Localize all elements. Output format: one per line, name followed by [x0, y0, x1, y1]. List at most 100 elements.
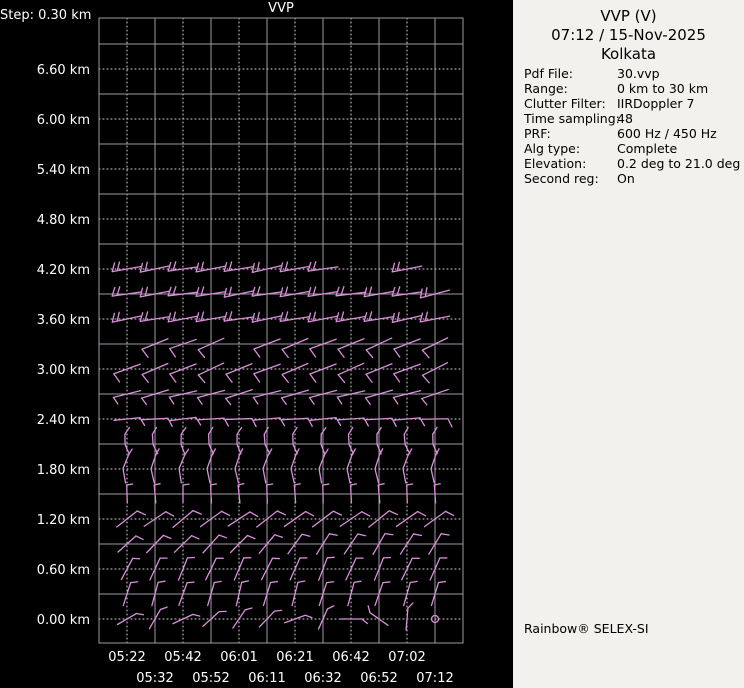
wind-barb-feather — [218, 534, 228, 539]
wind-barb-feather — [440, 533, 450, 536]
wind-barb-feather — [297, 580, 306, 584]
info-panel: VVP (V) 07:12 / 15-Nov-2025 Kolkata Pdf … — [513, 0, 744, 688]
y-tick-label: 1.20 km — [36, 513, 90, 528]
x-tick-label: 06:42 — [332, 650, 370, 665]
wind-barb-feather — [349, 483, 358, 486]
wind-barb-feather — [279, 262, 284, 273]
wind-barb-feather — [353, 580, 362, 584]
wind-barb-feather — [326, 605, 335, 610]
wind-barb-feather — [347, 426, 354, 435]
wind-barb-staff — [349, 484, 353, 504]
wind-barb-feather — [225, 397, 232, 406]
wind-barb-feather — [113, 373, 121, 383]
wind-barb-feather — [357, 533, 367, 537]
wind-barb-feather — [252, 396, 259, 405]
wind-barb-feather — [281, 373, 289, 384]
info-field-row: Elevation: 0.2 deg to 21.0 deg — [524, 156, 740, 171]
wind-barb-feather — [139, 262, 144, 273]
wind-barb-feather — [196, 396, 203, 405]
wind-barb-feather — [332, 510, 343, 516]
wind-barb-feather — [197, 349, 206, 359]
info-field-value: On — [617, 171, 635, 186]
y-tick-label: 4.80 km — [36, 213, 90, 228]
info-fields: Pdf File: 30.vvp Range: 0 km to 30 km Clutte… — [524, 66, 740, 186]
wind-barb-feather — [424, 311, 429, 322]
wind-barb-feather — [180, 426, 187, 435]
wind-barb-feather — [130, 581, 139, 584]
vvp-product-window: VVP Step: 0.30 km 6.60 km 6.00 km 5.40 km 4… — [0, 0, 744, 688]
wind-barb-feather — [144, 286, 149, 297]
wind-barb-feather — [273, 609, 283, 612]
wind-barb-feather — [337, 374, 346, 384]
info-panel-header: VVP (V) 07:12 / 15-Nov-2025 Kolkata — [513, 0, 744, 64]
wind-barb-feather — [388, 510, 398, 516]
info-field-label: Time sampling: — [524, 111, 620, 126]
wind-barb-staff — [337, 417, 365, 421]
wind-barb-feather — [407, 602, 414, 609]
x-tick-label: 05:32 — [136, 671, 174, 686]
wind-barb-feather — [320, 426, 327, 435]
wind-barb-feather — [419, 288, 423, 299]
wind-barb-feather — [326, 581, 335, 584]
wind-barb-feather — [116, 311, 120, 322]
brand-label: Rainbow® SELEX-SI — [524, 621, 649, 636]
wind-barb-feather — [309, 373, 317, 383]
wind-barb-feather — [304, 614, 313, 619]
y-tick-label: 0.00 km — [36, 613, 90, 628]
wind-barb-feather — [406, 483, 414, 486]
product-title: VVP (V) — [600, 7, 657, 25]
wind-barb-feather — [228, 286, 232, 297]
info-field-row: Alg type: Complete — [524, 141, 740, 156]
info-field-row: Range: 0 km to 30 km — [524, 81, 740, 96]
wind-barb-feather — [409, 580, 418, 584]
wind-barb-feather — [391, 262, 396, 273]
y-tick-label: 0.60 km — [36, 563, 90, 578]
info-field-label: Second reg: — [524, 171, 599, 186]
wind-barb-feather — [328, 533, 338, 536]
wind-barb-feather — [172, 311, 177, 322]
x-tick-label: 06:01 — [220, 650, 258, 665]
wind-barb-feather — [136, 510, 147, 516]
info-field-label: Clutter Filter: — [524, 96, 606, 111]
wind-barb-feather — [139, 312, 144, 322]
wind-barb-feather — [266, 483, 274, 486]
wind-barb-feather — [184, 448, 190, 456]
info-field-label: Elevation: — [524, 156, 587, 171]
wind-barb-feather — [135, 612, 145, 616]
wind-barb-feather — [412, 533, 423, 537]
wind-barb-feather — [186, 581, 195, 584]
wind-barb-feather — [151, 426, 158, 435]
wind-barb-feather — [292, 426, 298, 435]
wind-barb-feather — [365, 373, 373, 383]
wind-barb-feather — [403, 426, 409, 436]
wind-barb-feather — [382, 581, 391, 584]
info-field-value: 48 — [617, 111, 633, 126]
info-field-value: 0.2 deg to 21.0 deg — [617, 156, 741, 171]
wind-barb-feather — [236, 426, 243, 435]
wind-barb-staff — [126, 484, 128, 504]
info-field-value: 30.vvp — [617, 66, 660, 81]
wind-barb-feather — [251, 262, 255, 274]
wind-barb-feather — [280, 397, 287, 405]
info-field-label: PRF: — [524, 126, 551, 141]
wind-barb-feather — [279, 312, 284, 322]
wind-barb-feather — [367, 605, 371, 614]
wind-barb-feather — [200, 261, 205, 272]
wind-barb-feather — [141, 348, 149, 358]
wind-barb-feather — [274, 534, 283, 538]
wind-barb-feather — [421, 374, 430, 384]
wind-barb-feather — [135, 535, 144, 541]
y-tick-label: 5.40 km — [36, 163, 90, 178]
wind-barb-feather — [111, 262, 116, 273]
wind-barb-feather — [421, 349, 430, 359]
wind-barb-feather — [396, 311, 400, 322]
wind-barb-feather — [112, 396, 119, 405]
info-field-label: Alg type: — [524, 141, 581, 156]
wind-barb-feather — [249, 511, 259, 518]
wind-barb-feather — [192, 613, 201, 617]
step-label: Step: 0.30 km — [0, 8, 92, 23]
wind-barb-feather — [269, 580, 279, 584]
info-field-row: Pdf File: 30.vvp — [524, 66, 740, 81]
wind-barb-feather — [256, 261, 260, 272]
wind-barb-feather — [416, 510, 427, 517]
